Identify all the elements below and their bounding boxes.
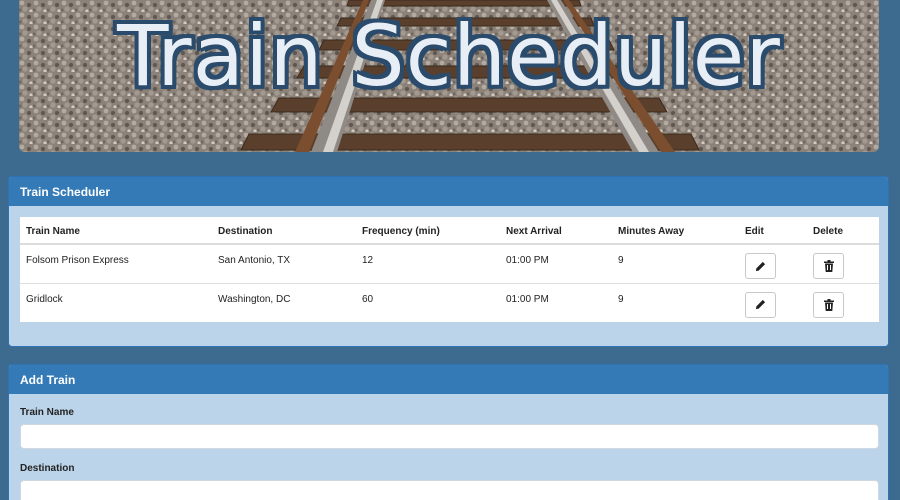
train-name-label: Train Name [20,407,74,418]
table-row: Gridlock Washington, DC 60 01:00 PM 9 [20,282,879,322]
delete-cell [807,282,879,322]
table-header-row: Train Name Destination Frequency (min) N… [20,217,879,245]
schedule-table-wrapper: Train Name Destination Frequency (min) N… [20,217,879,322]
destination-label: Destination [20,463,75,474]
edit-button[interactable] [745,253,776,279]
pencil-icon [755,261,766,271]
table-row: Folsom Prison Express San Antonio, TX 12… [20,243,879,283]
train-name-input[interactable] [20,424,879,449]
trash-icon [823,260,834,272]
schedule-panel: Train Scheduler Train Name Destination F… [8,176,889,347]
column-header-destination: Destination [212,217,356,245]
header-banner: Train Scheduler [19,0,879,152]
destination-input[interactable] [20,480,879,500]
column-header-frequency: Frequency (min) [356,217,500,245]
delete-cell [807,243,879,283]
train-name-cell: Gridlock [20,282,212,322]
column-header-next-arrival: Next Arrival [500,217,612,245]
minutes-away-cell: 9 [612,282,739,322]
column-header-minutes-away: Minutes Away [612,217,739,245]
delete-button[interactable] [813,253,844,279]
banner-title: Train Scheduler [117,7,781,105]
add-train-panel: Add Train Train Name Destination [8,364,889,500]
column-header-train-name: Train Name [20,217,212,245]
next-arrival-cell: 01:00 PM [500,243,612,283]
frequency-cell: 12 [356,243,500,283]
frequency-cell: 60 [356,282,500,322]
column-header-edit: Edit [739,217,807,245]
pencil-icon [755,299,766,310]
edit-cell [739,243,807,283]
train-name-cell: Folsom Prison Express [20,243,212,283]
destination-cell: San Antonio, TX [212,243,356,283]
schedule-table: Train Name Destination Frequency (min) N… [20,217,879,322]
delete-button[interactable] [813,291,844,318]
destination-cell: Washington, DC [212,282,356,322]
schedule-panel-heading: Train Scheduler [9,177,888,206]
minutes-away-cell: 9 [612,243,739,283]
next-arrival-cell: 01:00 PM [500,282,612,322]
trash-icon [823,298,834,311]
edit-cell [739,282,807,322]
column-header-delete: Delete [807,217,879,245]
add-train-panel-heading: Add Train [9,365,888,394]
edit-button[interactable] [745,291,776,318]
